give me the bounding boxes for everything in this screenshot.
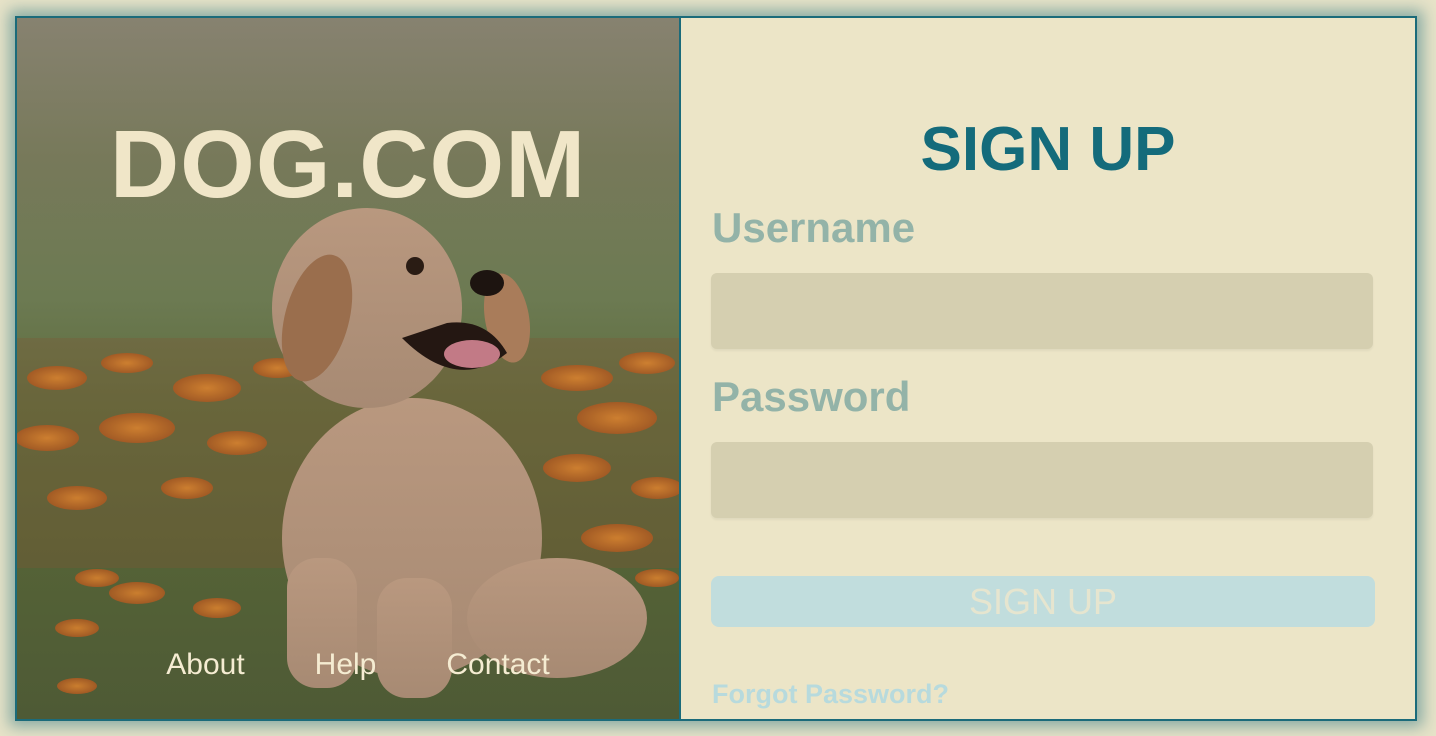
footer-nav: About Help Contact: [17, 648, 679, 682]
hero-panel: DOG.COM About Help Contact: [17, 18, 681, 719]
nav-link-contact[interactable]: Contact: [446, 648, 549, 682]
signup-card: DOG.COM About Help Contact SIGN UP Usern…: [15, 16, 1417, 721]
form-title: SIGN UP: [920, 115, 1176, 184]
forgot-password-link[interactable]: Forgot Password?: [712, 679, 949, 710]
signup-button[interactable]: SIGN UP: [711, 576, 1375, 627]
password-input[interactable]: [711, 442, 1373, 518]
site-logo-title: DOG.COM: [109, 111, 587, 218]
password-label: Password: [712, 373, 911, 420]
username-input[interactable]: [711, 273, 1373, 349]
username-label: Username: [712, 204, 916, 251]
nav-link-about[interactable]: About: [166, 648, 244, 682]
nav-link-help[interactable]: Help: [315, 648, 377, 682]
signup-form-panel: SIGN UP Username Password SIGN UP Forgot…: [681, 18, 1415, 719]
